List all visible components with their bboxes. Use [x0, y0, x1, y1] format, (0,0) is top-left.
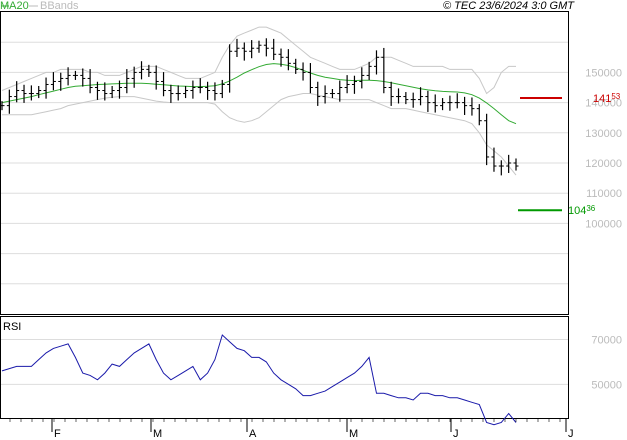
ohlc-bar — [139, 61, 145, 80]
ohlc-bar — [344, 75, 350, 94]
target-low-label: 10436 — [568, 204, 596, 217]
ohlc-bar — [440, 98, 446, 111]
copyright-text: © TEC 23/6/2024 3:0 GMT — [443, 0, 575, 12]
ohlc-bar — [469, 97, 475, 116]
rsi-panel-frame — [0, 316, 569, 419]
ohlc-bar — [285, 49, 291, 71]
rsi-panel: 70000 50000 RSI — [0, 316, 622, 426]
ohlc-bar — [293, 58, 299, 74]
month-label: A — [249, 428, 257, 440]
ohlc-bar — [241, 42, 247, 61]
rsi-line — [1, 334, 517, 426]
ohlc-bar — [322, 85, 328, 104]
rsi-grid — [1, 338, 568, 385]
bbands-legend-label: BBands — [40, 0, 79, 12]
ohlc-bar — [227, 44, 233, 93]
target-high-sup: 53 — [611, 92, 620, 101]
month-label: J — [453, 428, 459, 440]
ohlc-bar — [263, 38, 269, 57]
ohlc-bar — [491, 147, 497, 172]
ohlc-bar — [351, 75, 357, 94]
ohlc-bar — [484, 113, 490, 166]
ohlc-bar — [454, 93, 460, 109]
bbands-upper-line — [1, 26, 516, 95]
price-y-tick-label: 100000 — [585, 218, 622, 230]
ohlc-bar — [359, 67, 365, 89]
ohlc-bar — [476, 104, 482, 126]
price-grid — [1, 41, 568, 285]
ohlc-bar — [175, 85, 181, 101]
ohlc-bar — [462, 96, 468, 115]
ohlc-bar — [337, 80, 343, 102]
ohlc-bar — [197, 78, 203, 94]
target-low-value: 104 — [568, 205, 586, 217]
x-axis: FMAMJJ — [9, 419, 574, 440]
ohlc-bar — [80, 68, 86, 87]
price-y-tick-label: 110000 — [586, 188, 622, 200]
ohlc-bar — [432, 94, 438, 113]
ohlc-bar — [410, 92, 416, 108]
ohlc-bar — [513, 158, 519, 171]
stock-chart: MA20 BBands © TEC 23/6/2024 3:0 GMT 1500… — [0, 0, 622, 440]
ohlc-bar — [183, 85, 189, 99]
ohlc-bar — [447, 95, 453, 111]
target-high-value: 141 — [593, 93, 611, 105]
rsi-y-tick-label: 50000 — [591, 379, 622, 391]
ohlc-bar — [307, 63, 313, 94]
ohlc-bar — [36, 85, 42, 99]
ohlc-bar — [58, 72, 64, 91]
ohlc-bar — [249, 40, 255, 59]
ohlc-bar — [234, 38, 240, 57]
ohlc-bar — [109, 85, 115, 99]
ohlc-bar — [153, 65, 159, 90]
price-y-tick-label: 120000 — [585, 158, 622, 170]
month-label: M — [349, 428, 358, 440]
rsi-label: RSI — [3, 321, 21, 333]
month-label: J — [568, 428, 574, 440]
ohlc-bar — [425, 90, 431, 112]
ohlc-bar — [396, 88, 402, 104]
ohlc-bar — [43, 77, 49, 99]
month-label: F — [54, 428, 61, 440]
month-label: M — [153, 428, 162, 440]
rsi-y-axis-labels: 70000 50000 — [591, 334, 622, 391]
ohlc-bar — [300, 62, 306, 81]
ohlc-bars — [0, 38, 519, 176]
price-y-tick-label: 150000 — [585, 67, 622, 79]
ohlc-bar — [21, 84, 27, 103]
target-low-sup: 36 — [586, 204, 595, 213]
ohlc-bar — [190, 80, 196, 99]
ohlc-bar — [381, 47, 387, 94]
ohlc-bar — [168, 84, 174, 103]
ma20-legend-label: MA20 — [0, 0, 29, 12]
ohlc-bar — [65, 67, 71, 86]
ohlc-bar — [205, 81, 211, 100]
ohlc-bar — [50, 72, 56, 91]
price-panel: 150000140000130000120000110000100000 141… — [0, 11, 622, 315]
rsi-y-tick-label: 70000 — [591, 334, 622, 346]
ohlc-bar — [329, 89, 335, 99]
price-y-tick-label: 130000 — [585, 128, 622, 140]
ohlc-bar — [373, 50, 379, 75]
ohlc-bar — [28, 85, 34, 101]
